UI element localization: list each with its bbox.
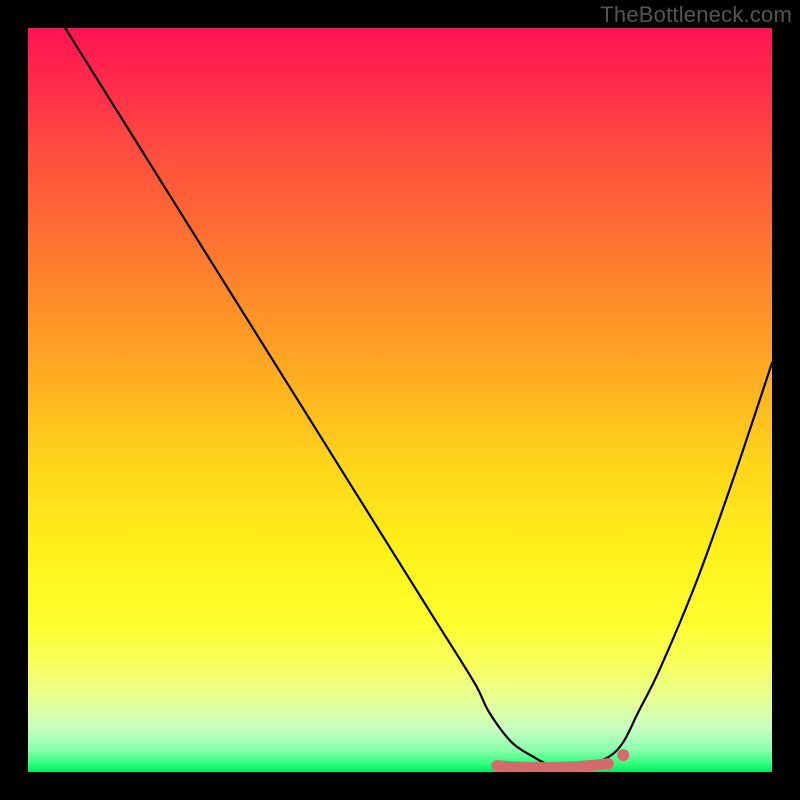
optimal-zone-band xyxy=(497,764,609,768)
curve-svg xyxy=(28,28,772,772)
plot-area xyxy=(28,28,772,772)
bottleneck-curve xyxy=(65,28,772,765)
chart-frame: TheBottleneck.com xyxy=(0,0,800,800)
optimal-zone-dot xyxy=(617,749,629,761)
watermark-text: TheBottleneck.com xyxy=(600,2,792,28)
